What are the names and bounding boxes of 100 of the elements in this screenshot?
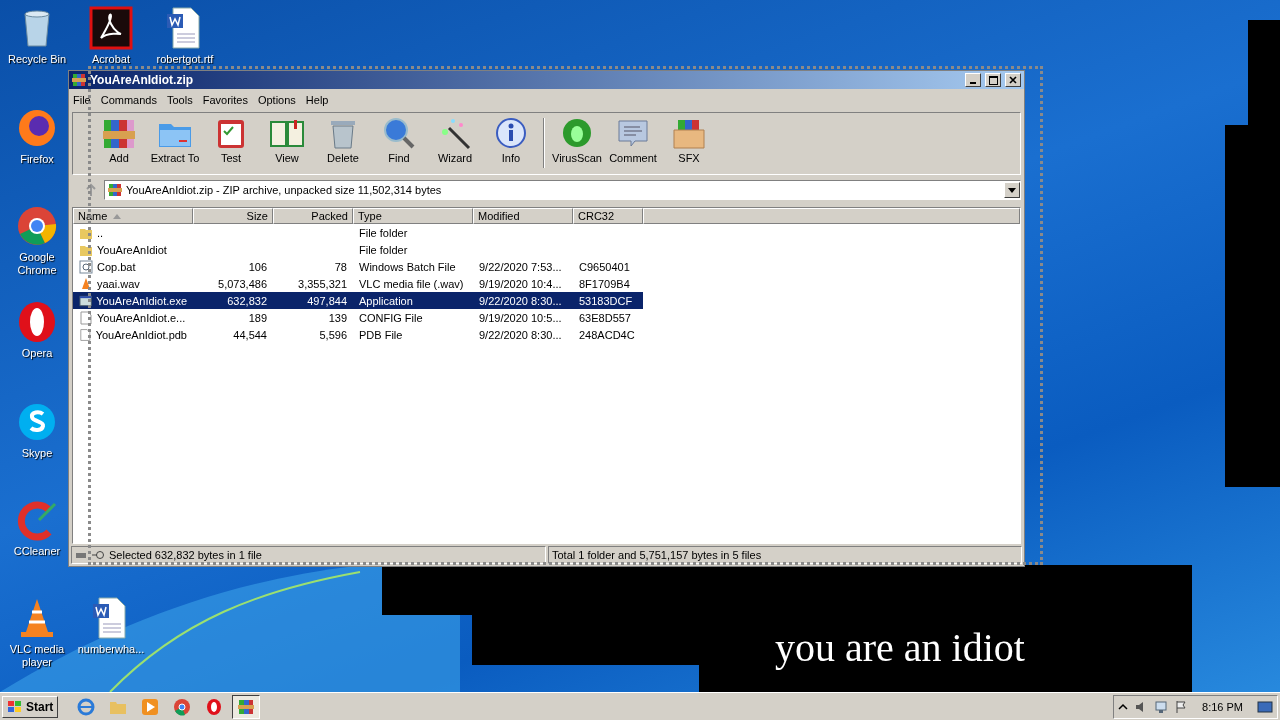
column-header[interactable]: Size (193, 208, 273, 224)
window-title: YouAreAnIdiot.zip (90, 73, 195, 87)
file-row[interactable]: Cop.bat 106 78 Windows Batch File 9/22/2020 7:53... C9650401 (73, 258, 643, 275)
minimize-button[interactable] (965, 73, 981, 87)
file-icon (79, 327, 92, 342)
table-cell-text: 9/22/2020 7:53... (478, 259, 563, 275)
icon-label: Skype (21, 447, 53, 460)
application-icon (79, 293, 93, 308)
show-desktop-icon[interactable] (1257, 699, 1273, 714)
table-cell-text: 5,596 (318, 327, 348, 343)
close-icon (1009, 76, 1017, 84)
start-button[interactable]: Start (2, 695, 59, 718)
menu-item[interactable]: Help (305, 93, 335, 106)
icon-label: Firefox (20, 153, 54, 166)
table-cell-text: 3,355,321 (297, 276, 348, 292)
toolbar-button[interactable]: View (259, 116, 315, 164)
magnifier-icon (381, 116, 417, 150)
table-cell-text: 8F1709B4 (578, 276, 631, 292)
info-icon (493, 116, 529, 150)
address-field[interactable]: YouAreAnIdiot.zip - ZIP archive, unpacked size 11,502,314 bytes (104, 180, 1021, 200)
table-cell-text: VLC media file (.wav) (358, 276, 465, 292)
table-cell-text: 632,832 (226, 293, 268, 309)
taskbar-app[interactable] (232, 694, 261, 719)
toolbar-button[interactable]: Add (91, 116, 147, 164)
toolbar-button[interactable]: Comment (605, 116, 661, 164)
status-text: Total 1 folder and 5,751,157 bytes in 5 files (552, 549, 762, 561)
file-row[interactable]: YouAreAnIdiot File folder (73, 241, 643, 258)
sort-arrow-icon (113, 213, 122, 219)
column-header[interactable]: Type (353, 208, 473, 224)
clock: 8:16 PM (1202, 700, 1243, 713)
key-icon (91, 550, 105, 560)
toolbar-button[interactable]: Find (371, 116, 427, 164)
table-cell-text: 248ACD4C (578, 327, 636, 343)
column-header[interactable]: CRC32 (573, 208, 643, 224)
table-cell-text: 9/22/2020 8:30... (478, 293, 563, 309)
table-cell-text: C9650401 (578, 259, 631, 275)
file-row[interactable]: YouAreAnIdiot.e... 189 139 CONFIG File 9/19/2020 10:5... 63E8D557 (73, 309, 643, 326)
menu-item[interactable]: Options (257, 93, 302, 106)
media-player-icon (141, 697, 160, 716)
file-name: Cop.bat (97, 260, 136, 273)
file-name: YouAreAnIdiot.e... (97, 311, 186, 324)
icon-label: robertgot.rtf (156, 53, 214, 66)
archive-icon (108, 183, 122, 197)
menu-item[interactable]: Commands (100, 93, 163, 106)
file-name: .. (97, 226, 104, 239)
table-cell-text: Windows Batch File (358, 259, 457, 275)
toolbar-button[interactable]: Extract To (147, 116, 203, 164)
table-cell-text: 9/22/2020 8:30... (478, 327, 563, 343)
archive-icon (72, 73, 86, 87)
toolbar-button[interactable]: Info (483, 116, 539, 164)
maximize-icon (988, 75, 998, 85)
caret-icon[interactable] (1118, 701, 1129, 712)
file-row[interactable]: YouAreAnIdiot.pdb 44,544 5,596 PDB File 9/22/2020 8:30... 248ACD4C (73, 326, 643, 343)
table-cell-text: 9/19/2020 10:5... (478, 310, 563, 326)
table-cell-text: 189 (247, 310, 268, 326)
internet-explorer-icon (77, 697, 96, 716)
dropdown-button[interactable] (1004, 182, 1020, 198)
file-name: YouAreAnIdiot.pdb (95, 328, 187, 341)
table-cell-text: File folder (358, 225, 409, 241)
icon-label: VLC media player (8, 643, 66, 669)
toolbar-button[interactable]: SFX (661, 116, 717, 164)
network-icon[interactable] (1154, 699, 1169, 714)
toolbar-button[interactable]: Wizard (427, 116, 483, 164)
status-text: Selected 632,832 bytes in 1 file (109, 549, 262, 561)
file-icon (79, 310, 93, 325)
toolbar-button[interactable]: VirusScan (549, 116, 605, 164)
column-header[interactable]: Modified (473, 208, 573, 224)
table-cell-text: 44,544 (232, 327, 268, 343)
maximize-button[interactable] (985, 73, 1001, 87)
chrome-icon (173, 697, 192, 716)
table-cell-text: 139 (327, 310, 348, 326)
file-row[interactable]: .. File folder (73, 224, 643, 241)
table-cell-text: 63E8D557 (578, 310, 632, 326)
icon-label: Opera (21, 347, 53, 360)
table-cell-text: File folder (358, 242, 409, 258)
table-cell-text: 106 (247, 259, 268, 275)
toolbar-button[interactable]: Test (203, 116, 259, 164)
table-cell-text: 497,844 (306, 293, 348, 309)
file-name: yaai.wav (97, 277, 140, 290)
menu-item[interactable]: File (73, 93, 97, 106)
opera-icon (205, 697, 224, 716)
table-cell-text: 53183DCF (578, 293, 634, 309)
file-name: YouAreAnIdiot (97, 243, 167, 256)
flag-icon[interactable] (1174, 699, 1189, 714)
column-header[interactable]: Packed (273, 208, 353, 224)
file-row[interactable]: yaai.wav 5,073,486 3,355,321 VLC media file (.wav) 9/19/2020 10:4... 8F1709B4 (73, 275, 643, 292)
menu-item[interactable]: Favorites (202, 93, 254, 106)
acrobat-icon (89, 6, 133, 50)
icon-label: Recycle Bin (7, 53, 67, 66)
table-cell-text: CONFIG File (358, 310, 424, 326)
icon-label: Google Chrome (16, 251, 58, 277)
close-button[interactable] (1005, 73, 1021, 87)
toolbar-button[interactable]: Delete (315, 116, 371, 164)
menu-item[interactable]: Tools (167, 93, 199, 106)
window-text: you are an idiot (775, 624, 1025, 671)
gear-file-icon (79, 259, 93, 274)
windows-logo-icon (7, 699, 23, 714)
file-row[interactable]: YouAreAnIdiot.exe 632,832 497,844 Application 9/22/2020 8:30... 53183DCF (73, 292, 643, 309)
icon-label: CCleaner (13, 545, 61, 558)
table-cell-text: PDB File (358, 327, 404, 343)
